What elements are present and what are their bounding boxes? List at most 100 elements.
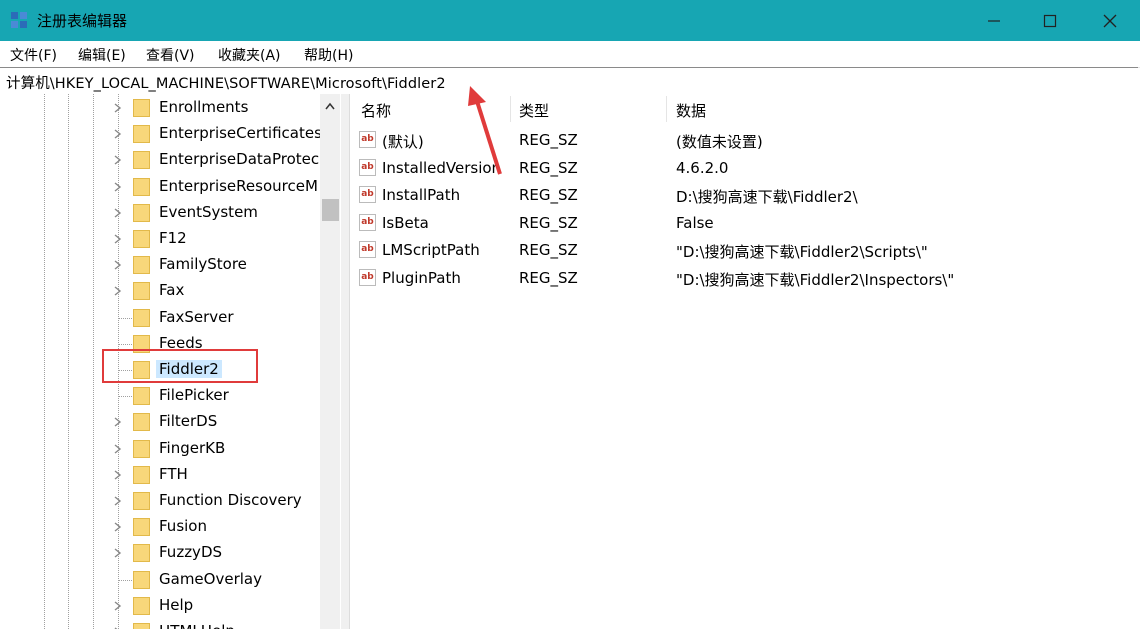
tree-item-label: HTMLHelp <box>159 622 235 629</box>
value-row[interactable]: ab InstallPath REG_SZ D:\搜狗高速下载\Fiddler2\ <box>350 182 1140 208</box>
chevron-right-icon[interactable] <box>111 493 125 509</box>
tree-item[interactable]: FaxServer <box>0 305 320 331</box>
key-tree-pane[interactable]: Enrollments EnterpriseCertificates Enterpr… <box>0 94 341 629</box>
chevron-right-icon[interactable] <box>111 519 125 535</box>
folder-icon <box>133 256 150 275</box>
tree-item-label: EnterpriseCertificates <box>159 124 322 143</box>
maximize-button[interactable] <box>1020 0 1080 41</box>
tree-item-label: FuzzyDS <box>159 543 223 562</box>
tree-item-label: EnterpriseDataProtec <box>159 150 320 169</box>
chevron-right-icon[interactable] <box>111 179 125 195</box>
tree-item[interactable]: FuzzyDS <box>0 540 320 566</box>
tree-item[interactable]: Help <box>0 593 320 619</box>
string-value-icon: ab <box>359 158 376 176</box>
tree-item-label: EventSystem <box>159 202 258 221</box>
tree-item[interactable]: Fusion <box>0 514 320 540</box>
value-data: 4.6.2.0 <box>676 158 729 177</box>
string-value-icon: ab <box>359 213 376 231</box>
tree-item[interactable]: FamilyStore <box>0 252 320 278</box>
menu-edit[interactable]: 编辑(E) <box>78 45 126 65</box>
string-value-icon: ab <box>359 269 376 286</box>
tree-item[interactable]: Function Discovery <box>0 488 320 514</box>
value-name: InstallPath <box>382 186 461 205</box>
chevron-right-icon[interactable] <box>111 205 125 221</box>
chevron-right-icon[interactable] <box>111 467 125 483</box>
menu-view[interactable]: 查看(V) <box>146 45 195 65</box>
value-row[interactable]: ab PluginPath REG_SZ "D:\搜狗高速下载\Fiddler2\In… <box>350 265 1140 291</box>
chevron-right-icon[interactable] <box>111 257 125 273</box>
annotation-highlight-box <box>102 349 258 383</box>
window-title: 注册表编辑器 <box>37 12 128 30</box>
folder-icon <box>133 282 150 301</box>
value-row[interactable]: ab IsBeta REG_SZ False <box>350 210 1140 236</box>
chevron-right-icon[interactable] <box>111 545 125 561</box>
value-row[interactable]: ab LMScriptPath REG_SZ "D:\搜狗高速下载\Fiddler2\… <box>350 237 1140 263</box>
close-icon <box>1103 14 1117 27</box>
tree-item-label: Function Discovery <box>159 491 302 509</box>
value-type: REG_SZ <box>519 213 578 232</box>
folder-icon <box>133 177 150 196</box>
tree-item-label: FilterDS <box>159 412 218 431</box>
tree-item[interactable]: FilterDS <box>0 409 320 435</box>
scrollbar-thumb[interactable] <box>322 199 339 221</box>
tree-item[interactable]: GameOverlay <box>0 567 320 593</box>
chevron-right-icon[interactable] <box>111 231 125 247</box>
value-name: LMScriptPath <box>382 241 480 260</box>
tree-item[interactable]: Fax <box>0 278 320 304</box>
value-type: REG_SZ <box>519 158 578 177</box>
string-value-icon: ab <box>359 241 376 259</box>
tree-item-label: Fusion <box>159 517 207 536</box>
tree-item-label: FaxServer <box>159 307 234 326</box>
menu-favorites[interactable]: 收藏夹(A) <box>218 45 281 65</box>
tree-item[interactable]: FTH <box>0 462 320 488</box>
column-header-name[interactable]: 名称 <box>361 100 391 121</box>
value-data: "D:\搜狗高速下载\Fiddler2\Inspectors\" <box>676 271 955 289</box>
column-separator[interactable] <box>666 96 667 122</box>
tree-item[interactable]: EnterpriseResourceM <box>0 174 320 200</box>
tree-item[interactable]: FilePicker <box>0 383 320 409</box>
chevron-right-icon[interactable] <box>111 624 125 629</box>
tree-item[interactable]: F12 <box>0 226 320 252</box>
value-type: REG_SZ <box>519 269 578 287</box>
folder-icon <box>133 413 150 432</box>
chevron-right-icon[interactable] <box>111 414 125 430</box>
value-data: "D:\搜狗高速下载\Fiddler2\Scripts\" <box>676 243 928 262</box>
menu-help[interactable]: 帮助(H) <box>304 45 353 65</box>
address-bar[interactable]: 计算机\HKEY_LOCAL_MACHINE\SOFTWARE\Microsof… <box>0 67 1138 95</box>
chevron-right-icon[interactable] <box>111 598 125 614</box>
title-bar: 注册表编辑器 <box>0 0 1140 41</box>
annotation-arrow <box>468 86 502 175</box>
tree-item[interactable]: Enrollments <box>0 95 320 121</box>
address-path: 计算机\HKEY_LOCAL_MACHINE\SOFTWARE\Microsof… <box>6 76 446 92</box>
tree-scrollbar[interactable] <box>320 94 340 629</box>
value-name: IsBeta <box>382 213 429 232</box>
chevron-right-icon[interactable] <box>111 441 125 457</box>
folder-icon <box>133 230 150 248</box>
chevron-right-icon[interactable] <box>111 283 125 299</box>
tree-connector <box>118 343 132 345</box>
pane-splitter[interactable] <box>341 94 349 629</box>
folder-icon <box>133 465 150 484</box>
tree-item[interactable]: EnterpriseCertificates <box>0 121 322 147</box>
menu-file[interactable]: 文件(F) <box>10 45 57 65</box>
tree-item[interactable]: EventSystem <box>0 200 320 226</box>
chevron-right-icon[interactable] <box>111 100 125 116</box>
tree-item-label: F12 <box>159 229 187 247</box>
column-header-data[interactable]: 数据 <box>676 100 706 121</box>
close-button[interactable] <box>1080 0 1140 41</box>
minimize-button[interactable] <box>964 0 1024 41</box>
string-value-icon: ab <box>359 186 376 204</box>
chevron-right-icon[interactable] <box>111 126 125 142</box>
chevron-right-icon[interactable] <box>111 152 125 168</box>
folder-icon <box>133 439 150 458</box>
tree-item[interactable]: EnterpriseDataProtec <box>0 147 320 173</box>
folder-icon <box>133 151 150 170</box>
folder-icon <box>133 308 150 327</box>
column-header-type[interactable]: 类型 <box>519 100 549 121</box>
folder-icon <box>133 544 150 563</box>
folder-icon <box>133 570 150 589</box>
tree-item[interactable]: HTMLHelp <box>0 619 320 629</box>
tree-connector <box>118 396 132 398</box>
scroll-up-button[interactable] <box>320 96 340 116</box>
tree-item[interactable]: FingerKB <box>0 436 320 462</box>
